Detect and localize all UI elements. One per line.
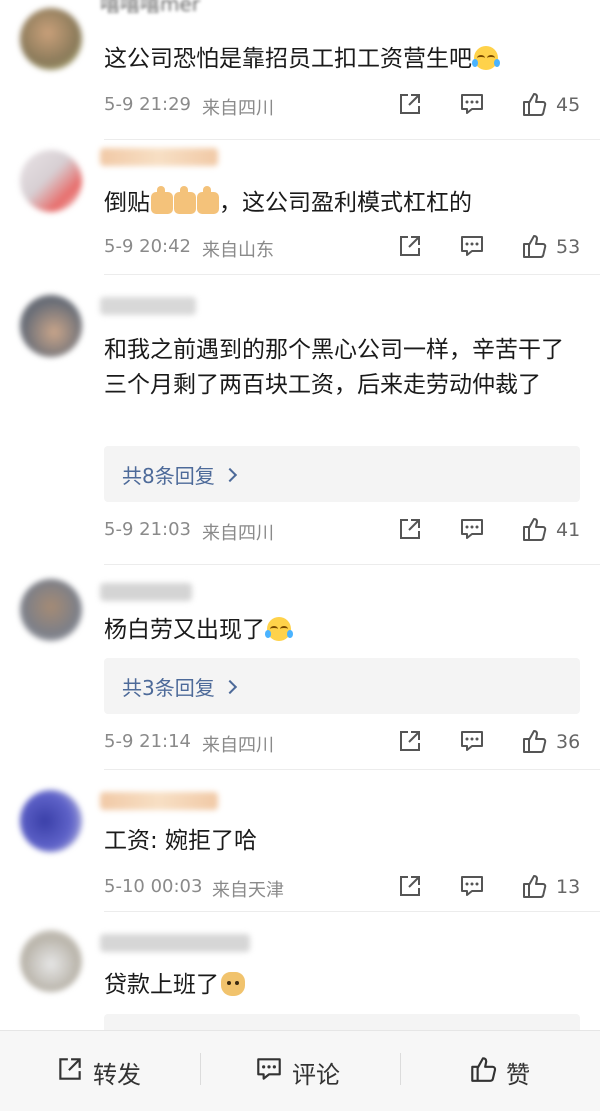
avatar[interactable] — [20, 8, 82, 70]
thumbs-up-icon[interactable] — [520, 515, 548, 543]
comment-meta: 5-9 21:14 来自四川 36 — [104, 727, 600, 757]
comment-button[interactable]: 评论 — [254, 1051, 354, 1089]
comment-icon[interactable] — [458, 515, 486, 543]
laugh-cry-emoji — [265, 617, 293, 641]
chevron-right-icon — [222, 679, 237, 695]
avatar[interactable] — [20, 579, 82, 641]
share-icon — [59, 1058, 81, 1080]
avatar[interactable] — [20, 930, 82, 992]
comment-item: 和我之前遇到的那个黑心公司一样，辛苦干了三个月剩了两百块工资，后来走劳动仲裁了 … — [0, 275, 600, 565]
username[interactable] — [100, 583, 192, 601]
bottom-toolbar: 转发 评论 赞 — [0, 1030, 600, 1111]
repost-button[interactable]: 转发 — [55, 1051, 155, 1089]
repost-label: 转发 — [93, 1061, 141, 1089]
reply-thread[interactable]: 共3条回复 — [104, 658, 580, 714]
like-button[interactable]: 赞 — [468, 1051, 548, 1089]
avatar[interactable] — [20, 295, 82, 357]
thumbs-up-icon[interactable] — [520, 727, 548, 755]
comment-text: 倒贴 ，这公司盈利模式杠杠的 — [104, 186, 472, 216]
comment-text: 工资: 婉拒了哈 — [104, 828, 258, 854]
share-icon[interactable] — [396, 232, 424, 260]
username[interactable] — [100, 792, 218, 810]
username[interactable] — [100, 297, 196, 315]
comment-item: 工资: 婉拒了哈 5-10 00:03 来自天津 13 — [0, 770, 600, 912]
location: 来自四川 — [202, 98, 274, 119]
laugh-cry-emoji — [472, 46, 500, 70]
doge-emoji — [221, 972, 245, 996]
comment-feed: 嘻嘻嘻mer 这公司恐怕是靠招员工扣工资营生吧 5-9 21:29 来自四川 4… — [0, 0, 600, 1030]
location: 来自四川 — [202, 735, 274, 756]
comment-meta: 5-9 21:29 来自四川 45 — [104, 90, 600, 120]
username[interactable] — [100, 934, 250, 952]
comment-icon[interactable] — [458, 232, 486, 260]
comment-item: 倒贴 ，这公司盈利模式杠杠的 5-9 20:42 来自山东 53 — [0, 140, 600, 275]
comment-text: 杨白劳又出现了 — [104, 613, 582, 648]
reply-thread[interactable]: 共8条回复 — [104, 446, 580, 502]
like-count: 41 — [556, 519, 581, 541]
timestamp: 5-9 20:42 — [104, 236, 191, 257]
location: 来自山东 — [202, 240, 274, 261]
timestamp: 5-10 00:03 — [104, 876, 203, 897]
thumbs-up-icon[interactable] — [520, 90, 548, 118]
timestamp: 5-9 21:03 — [104, 519, 191, 540]
timestamp: 5-9 21:29 — [104, 94, 191, 115]
like-count: 45 — [556, 94, 581, 116]
like-count: 13 — [556, 876, 581, 898]
comment-icon[interactable] — [458, 872, 486, 900]
toolbar-divider — [400, 1053, 401, 1085]
share-icon[interactable] — [396, 90, 424, 118]
location: 来自天津 — [212, 880, 284, 901]
comment-item: 杨白劳又出现了 共3条回复 5-9 21:14 来自四川 36 — [0, 565, 600, 770]
chevron-right-icon — [222, 467, 237, 483]
thumbs-up-emoji — [174, 186, 196, 214]
comment-item: 贷款上班了 — [0, 912, 600, 1030]
reply-thread[interactable] — [104, 1014, 580, 1030]
comment-text: 和我之前遇到的那个黑心公司一样，辛苦干了三个月剩了两百块工资，后来走劳动仲裁了 — [104, 337, 564, 398]
comment-icon[interactable] — [458, 727, 486, 755]
comment-meta: 5-9 20:42 来自山东 53 — [104, 232, 600, 262]
share-icon[interactable] — [396, 727, 424, 755]
thumbs-up-emoji — [151, 186, 173, 214]
like-count: 53 — [556, 236, 581, 258]
thumbs-up-icon — [471, 1057, 497, 1082]
avatar[interactable] — [20, 150, 82, 212]
thumbs-up-icon[interactable] — [520, 232, 548, 260]
comment-label: 评论 — [292, 1061, 340, 1089]
comment-text: 这公司恐怕是靠招员工扣工资营生吧 — [104, 42, 582, 77]
avatar[interactable] — [20, 790, 82, 852]
thumbs-up-emoji — [197, 186, 219, 214]
comment-text: 贷款上班了 — [104, 968, 582, 1003]
like-label: 赞 — [506, 1061, 530, 1089]
reply-count: 共8条回复 — [122, 464, 215, 488]
reply-count: 共3条回复 — [122, 676, 215, 700]
timestamp: 5-9 21:14 — [104, 731, 191, 752]
comment-meta: 5-9 21:03 来自四川 41 — [104, 515, 600, 545]
share-icon[interactable] — [396, 515, 424, 543]
comment-meta: 5-10 00:03 来自天津 13 — [104, 872, 600, 902]
comment-item: 嘻嘻嘻mer 这公司恐怕是靠招员工扣工资营生吧 5-9 21:29 来自四川 4… — [0, 0, 600, 140]
username[interactable]: 嘻嘻嘻mer — [100, 0, 200, 17]
share-icon[interactable] — [396, 872, 424, 900]
like-count: 36 — [556, 731, 581, 753]
toolbar-divider — [200, 1053, 201, 1085]
location: 来自四川 — [202, 523, 274, 544]
comment-icon[interactable] — [458, 90, 486, 118]
username[interactable] — [100, 148, 218, 166]
comment-icon — [257, 1058, 281, 1080]
thumbs-up-icon[interactable] — [520, 872, 548, 900]
